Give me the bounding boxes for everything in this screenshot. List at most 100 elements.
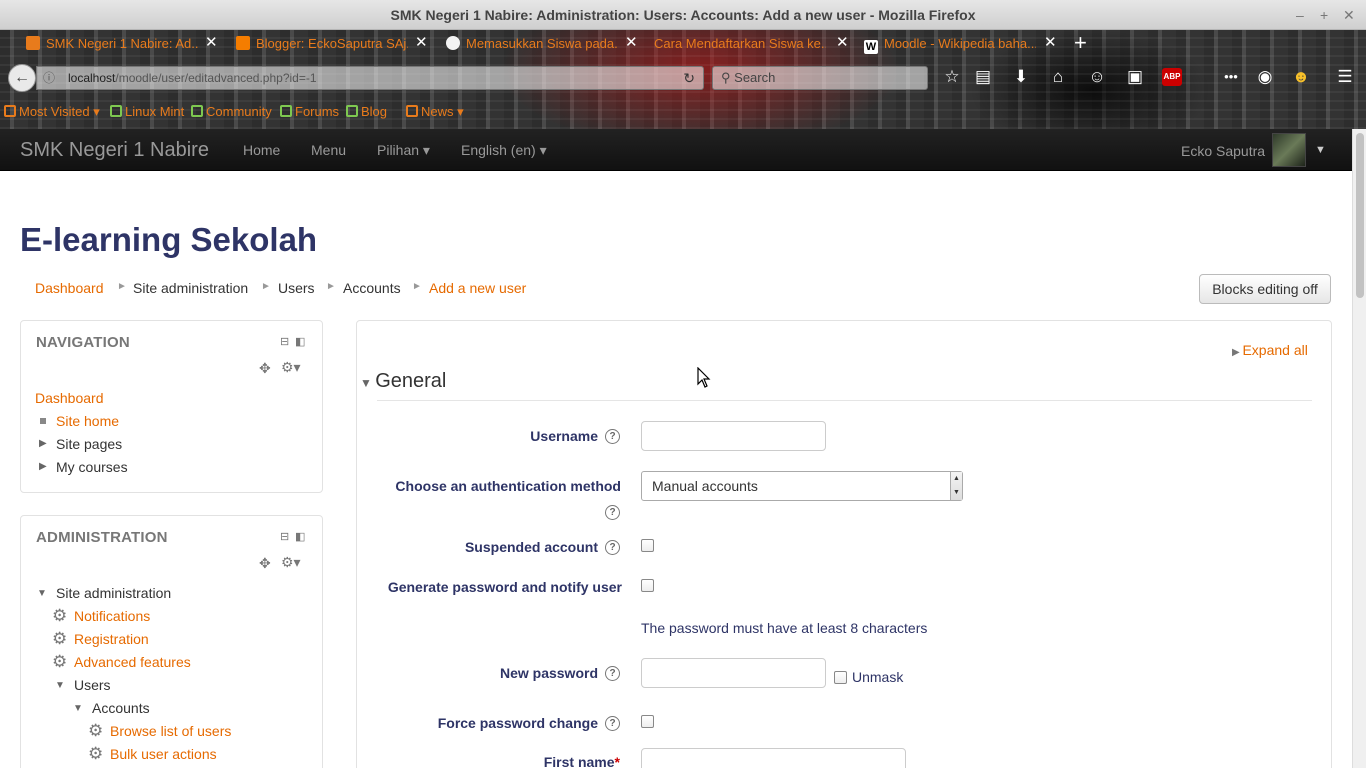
help-icon[interactable]: ?	[605, 540, 620, 555]
browser-tab-3[interactable]: Memasukkan Siswa pada...	[446, 32, 618, 56]
maximize-icon[interactable]: +	[1320, 0, 1328, 30]
breadcrumb-add-new-user[interactable]: Add a new user	[429, 279, 526, 297]
help-icon[interactable]: ?	[605, 716, 620, 731]
gear-icon[interactable]: ⚙▾	[281, 360, 301, 374]
search-input[interactable]: ⚲ Search	[712, 66, 928, 90]
help-icon[interactable]: ?	[605, 666, 620, 681]
browser-tab-4[interactable]: Cara Mendaftarkan Siswa ke...	[654, 32, 826, 56]
help-icon[interactable]: ?	[605, 505, 620, 520]
nav-pilihan[interactable]: Pilihan ▾	[377, 129, 430, 171]
scrollbar-thumb[interactable]	[1356, 133, 1364, 298]
admin-advanced-features[interactable]: Advanced features	[74, 653, 191, 671]
colorwheel-icon[interactable]: ◉	[1254, 66, 1276, 88]
expand-all-link[interactable]: ▶ Expand all	[1232, 341, 1308, 362]
nav-language[interactable]: English (en) ▾	[461, 129, 547, 171]
reading-list-icon[interactable]: ▤	[972, 66, 994, 88]
url-bar[interactable]: ⓘ localhost/moodle/user/editadvanced.php…	[36, 66, 704, 90]
nav-site-home[interactable]: Site home	[56, 412, 119, 430]
minimize-icon[interactable]: –	[1296, 0, 1304, 30]
admin-users[interactable]: Users	[74, 676, 111, 694]
required-mark: *	[614, 754, 620, 768]
nav-menu[interactable]: Menu	[311, 129, 346, 171]
browser-tab-5[interactable]: W Moodle - Wikipedia baha...	[864, 32, 1036, 56]
bookmark-star-icon[interactable]: ☆	[941, 66, 963, 88]
admin-accounts[interactable]: Accounts	[92, 699, 150, 717]
breadcrumb-accounts[interactable]: Accounts	[343, 279, 401, 297]
tab-label: Blogger: EckoSaputra SAj...	[256, 36, 408, 51]
bookmark-linux-mint[interactable]: Linux Mint	[110, 104, 184, 119]
nav-site-pages[interactable]: Site pages	[56, 435, 122, 453]
chevron-down-icon[interactable]: ▼	[1315, 129, 1326, 171]
smiley-icon[interactable]: ☺	[1086, 66, 1108, 88]
browser-tab-2[interactable]: Blogger: EckoSaputra SAj...	[236, 32, 408, 56]
new-password-input[interactable]	[641, 658, 826, 688]
site-info-icon[interactable]: ⓘ	[43, 67, 55, 89]
site-brand[interactable]: SMK Negeri 1 Nabire	[20, 129, 209, 171]
force-password-change-checkbox[interactable]	[641, 715, 654, 728]
help-icon[interactable]: ?	[605, 429, 620, 444]
section-general[interactable]: ▼ General	[360, 369, 446, 395]
adblock-icon[interactable]: ABP	[1162, 68, 1182, 86]
admin-bulk-user-actions[interactable]: Bulk user actions	[110, 745, 217, 763]
browser-tab-1[interactable]: SMK Negeri 1 Nabire: Ad...	[26, 32, 198, 56]
tab-label: Moodle - Wikipedia baha...	[884, 36, 1036, 51]
extension-dots-icon[interactable]: •••	[1220, 66, 1242, 88]
emoji-icon[interactable]: ☻	[1290, 66, 1312, 88]
admin-notifications[interactable]: Notifications	[74, 607, 150, 625]
dock-block-icon[interactable]: ◧	[295, 336, 305, 348]
dock-block-icon[interactable]: ◧	[295, 531, 305, 543]
bookmark-news[interactable]: News ▾	[406, 104, 464, 120]
admin-browse-users[interactable]: Browse list of users	[110, 722, 231, 740]
new-tab-icon[interactable]: +	[1074, 32, 1087, 54]
collapse-block-icon[interactable]: ⊟	[280, 531, 289, 543]
back-button[interactable]: ←	[8, 64, 36, 92]
collapse-arrow-icon[interactable]: ▼	[37, 588, 47, 600]
hamburger-menu-icon[interactable]: ☰	[1334, 66, 1356, 88]
admin-registration[interactable]: Registration	[74, 630, 149, 648]
close-tab-icon[interactable]: ✕	[625, 35, 638, 51]
page-scrollbar[interactable]	[1352, 129, 1366, 768]
expand-arrow-icon[interactable]: ▶	[39, 461, 47, 473]
close-window-icon[interactable]: ✕	[1343, 0, 1355, 30]
collapse-arrow-icon[interactable]: ▼	[73, 703, 83, 715]
bookmark-most-visited[interactable]: Most Visited ▾	[4, 104, 100, 120]
gear-icon: ⚙	[52, 652, 68, 671]
administration-title: ADMINISTRATION	[36, 529, 168, 546]
close-tab-icon[interactable]: ✕	[1044, 35, 1057, 51]
screenshot-icon[interactable]: ▣	[1124, 66, 1146, 88]
nav-dashboard[interactable]: Dashboard	[35, 389, 104, 407]
generate-password-checkbox[interactable]	[641, 579, 654, 592]
blocks-editing-button[interactable]: Blocks editing off	[1199, 274, 1331, 304]
admin-site-administration[interactable]: Site administration	[56, 584, 171, 602]
avatar[interactable]	[1272, 133, 1306, 167]
breadcrumb-users[interactable]: Users	[278, 279, 315, 297]
collapse-arrow-icon[interactable]: ▼	[55, 680, 65, 692]
mint-icon	[280, 105, 292, 117]
downloads-icon[interactable]: ⬇	[1010, 66, 1032, 88]
url-host: localhost	[68, 71, 116, 85]
home-icon[interactable]: ⌂	[1047, 66, 1069, 88]
close-tab-icon[interactable]: ✕	[836, 35, 849, 51]
unmask-checkbox[interactable]	[834, 671, 847, 684]
expand-arrow-icon[interactable]: ▶	[39, 438, 47, 450]
nav-home[interactable]: Home	[243, 129, 280, 171]
close-tab-icon[interactable]: ✕	[205, 35, 218, 51]
gear-icon[interactable]: ⚙▾	[281, 555, 301, 569]
breadcrumb-site-administration[interactable]: Site administration	[133, 279, 248, 297]
new-password-label: New password	[499, 665, 598, 681]
move-icon[interactable]: ✥	[259, 556, 271, 570]
first-name-input[interactable]	[641, 748, 906, 768]
suspended-checkbox[interactable]	[641, 539, 654, 552]
user-name[interactable]: Ecko Saputra	[1181, 129, 1265, 173]
collapse-block-icon[interactable]: ⊟	[280, 336, 289, 348]
close-tab-icon[interactable]: ✕	[415, 35, 428, 51]
bookmark-blog[interactable]: Blog	[346, 104, 387, 119]
bookmark-forums[interactable]: Forums	[280, 104, 339, 119]
move-icon[interactable]: ✥	[259, 361, 271, 375]
reload-icon[interactable]: ↻	[683, 67, 695, 89]
nav-my-courses[interactable]: My courses	[56, 458, 128, 476]
username-input[interactable]	[641, 421, 826, 451]
bookmark-community[interactable]: Community	[191, 104, 272, 119]
breadcrumb-dashboard[interactable]: Dashboard	[35, 279, 104, 297]
auth-method-select[interactable]: Manual accounts ▲ ▼	[641, 471, 963, 501]
